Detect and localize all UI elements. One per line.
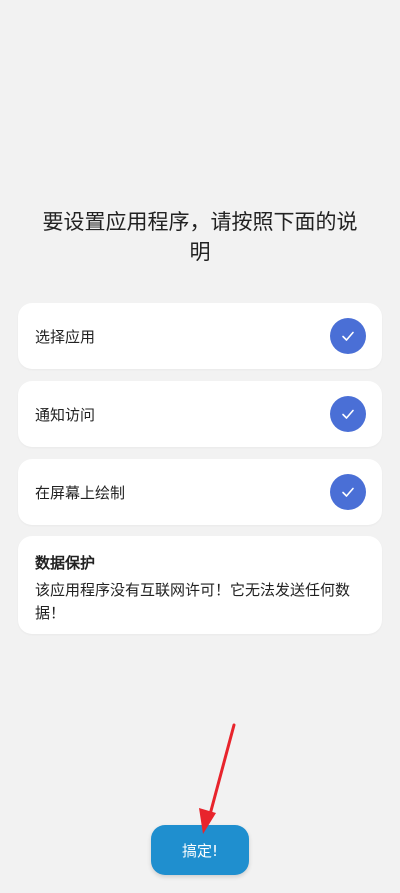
step-label: 选择应用	[35, 327, 96, 346]
step-card-select-app[interactable]: 选择应用	[18, 303, 382, 369]
done-button[interactable]: 搞定!	[151, 825, 249, 875]
check-icon	[330, 474, 366, 510]
privacy-text: 该应用程序没有互联网许可！它无法发送任何数据！	[35, 581, 351, 622]
privacy-title: 数据保护	[35, 554, 96, 572]
page-title: 要设置应用程序，请按照下面的说明	[42, 210, 358, 264]
check-icon	[330, 396, 366, 432]
setup-screen: 要设置应用程序，请按照下面的说明 选择应用 通知访问 在屏幕上绘制 数据保护 该…	[0, 0, 400, 893]
step-label: 在屏幕上绘制	[35, 483, 126, 502]
data-protection-card: 数据保护 该应用程序没有互联网许可！它无法发送任何数据！	[18, 536, 382, 634]
step-label: 通知访问	[35, 405, 96, 424]
step-card-notification-access[interactable]: 通知访问	[18, 381, 382, 447]
step-card-draw-over-screen[interactable]: 在屏幕上绘制	[18, 459, 382, 525]
check-icon	[330, 318, 366, 354]
